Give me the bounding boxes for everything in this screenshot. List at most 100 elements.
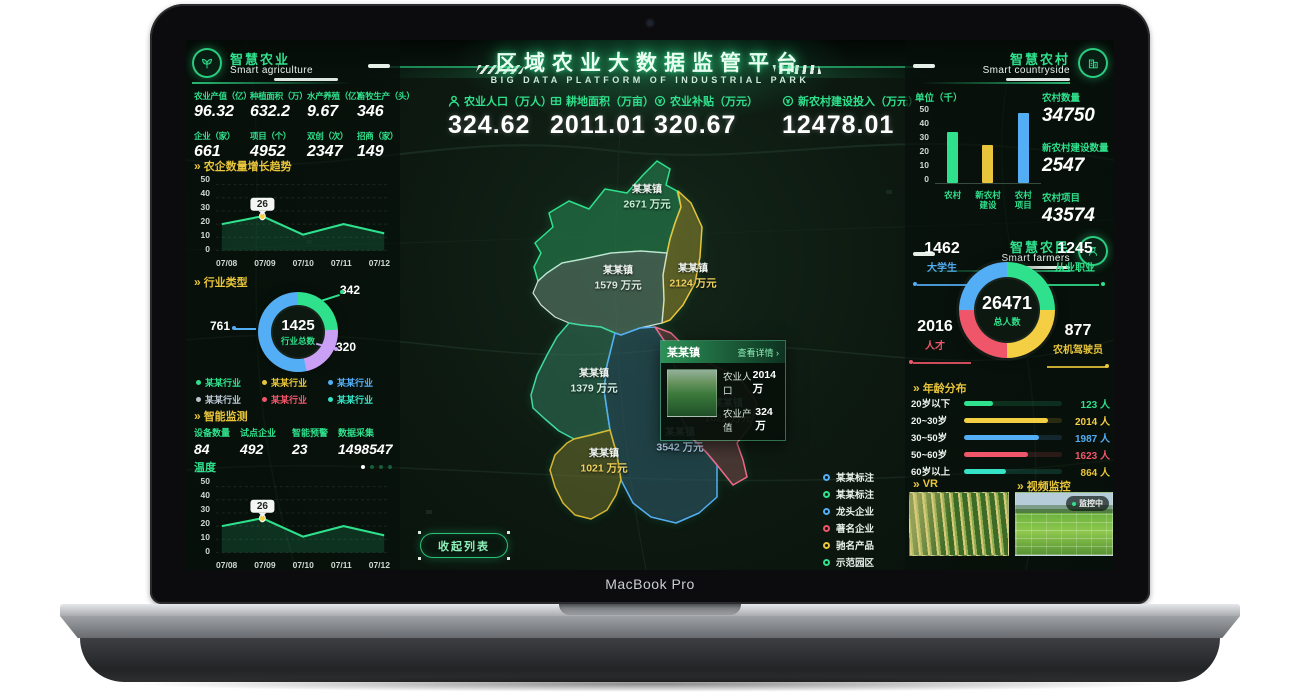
farmers-donut-chart[interactable]: 26471 总人数 <box>959 262 1055 358</box>
section-chevron-icon: » <box>194 410 199 422</box>
y-axis: 50403020100 <box>911 104 929 184</box>
legend-dot-icon <box>262 397 267 402</box>
plot-area <box>935 104 1041 184</box>
stat: 水产养殖（亿）9.67 <box>307 90 357 121</box>
growth-line-chart[interactable]: 50403020100 26 07/0807/0907/1007/1107/12 <box>192 172 394 270</box>
stat-line <box>913 362 971 364</box>
bar-chart-unit: 单位（千） <box>915 90 963 104</box>
map-legend-item[interactable]: 驰名产品 <box>823 538 874 552</box>
header-dash <box>913 64 935 68</box>
view-details-link[interactable]: 查看详情 <box>737 346 779 359</box>
legend-ring-icon <box>823 559 830 566</box>
temperature-line-chart[interactable]: 50403020100 26 07/0807/0907/1007/1107/12 <box>192 474 394 570</box>
stat-line <box>917 284 983 286</box>
callout-dot <box>334 347 338 351</box>
legend-dot-icon <box>328 397 333 402</box>
legend-ring-icon <box>823 508 830 515</box>
agriculture-stats: 农业产值（亿）96.32 种植面积（万）632.2 水产养殖（亿）9.67 畜牧… <box>194 90 396 161</box>
callout-line <box>320 294 339 302</box>
right-panel: 智慧农村 Smart countryside 单位（千） 50403020100… <box>905 40 1114 570</box>
monitor-stats: 设备数量84 试点企业492 智能预警23 数据采集1498547 <box>194 426 396 457</box>
pager-dot-active[interactable] <box>361 465 365 469</box>
kpi-agri-population: 农业人口（万人） 324.62 <box>448 93 552 140</box>
bar <box>1018 113 1029 183</box>
temperature-header: 温度 <box>194 459 392 475</box>
stat: 农业产值（亿）96.32 <box>194 90 250 121</box>
stat: 试点企业492 <box>240 426 292 457</box>
section-chevron-icon: » <box>194 276 199 288</box>
map-tooltip: 某某镇 查看详情 农业人口2014万 农业产值324万 <box>660 340 786 441</box>
pager-dot[interactable] <box>379 465 383 469</box>
left-panel-header: 智慧农业 Smart agriculture <box>186 48 400 86</box>
region-label: 某某镇1579 万元 <box>594 264 641 295</box>
vr-title: » VR <box>913 478 938 490</box>
pager-dots[interactable] <box>361 465 392 469</box>
region-label: 某某镇1379 万元 <box>570 367 617 398</box>
countryside-header: 智慧农村 Smart countryside <box>905 48 1114 86</box>
legend-dot-icon <box>196 380 201 385</box>
kpi-farmland-area: 耕地面积（万亩） 2011.01 <box>550 93 654 140</box>
age-bar <box>964 401 993 406</box>
kpi-new-village-investment: 新农村建设投入（万元） 12478.01 <box>782 93 919 140</box>
map-legend-item[interactable]: 示范园区 <box>823 555 874 569</box>
pager-dot[interactable] <box>370 465 374 469</box>
bar <box>947 132 958 183</box>
legend-ring-icon <box>823 542 830 549</box>
map-legend-item[interactable]: 龙头企业 <box>823 504 874 518</box>
legend-item[interactable]: 某某行业 <box>262 393 328 406</box>
map-legend-item[interactable]: 著名企业 <box>823 521 874 535</box>
section-chevron-icon: » <box>913 478 918 490</box>
age-row: 60岁以上864 人 <box>911 465 1110 477</box>
stat: 数据采集1498547 <box>338 426 396 457</box>
investment-coin-icon <box>782 95 794 107</box>
industry-legend: 某某行业 某某行业 某某行业 某某行业 某某行业 某某行业 <box>196 376 390 406</box>
left-panel-subtitle: Smart agriculture <box>230 65 313 76</box>
legend-item[interactable]: 某某行业 <box>196 376 262 389</box>
legend-ring-icon <box>823 474 830 481</box>
donut-center: 1425 行业总数 <box>271 305 325 359</box>
left-panel: 智慧农业 Smart agriculture 农业产值（亿）96.32 种植面积… <box>186 40 400 570</box>
plot-area: 26 <box>216 476 390 556</box>
region-label: 某某镇1021 万元 <box>580 447 627 478</box>
age-bar-track <box>964 469 1062 474</box>
x-axis: 07/0807/0907/1007/1107/12 <box>216 258 390 270</box>
age-bar-track <box>964 435 1062 440</box>
age-bar-track <box>964 418 1062 423</box>
laptop-base-top <box>60 604 1240 616</box>
collapse-list-button[interactable]: 收起列表 <box>420 533 508 558</box>
donut-callout-320: 320 <box>336 340 356 354</box>
stat: 项目（个）4952 <box>250 130 307 161</box>
stat: 农村数量34750 <box>1042 90 1112 127</box>
legend-item[interactable]: 某某行业 <box>196 393 262 406</box>
legend-item[interactable]: 某某行业 <box>262 376 328 389</box>
header-line <box>920 82 1070 84</box>
device-label: MacBook Pro <box>150 576 1150 592</box>
farmers-stat-students: 1462 大学生 <box>911 240 973 274</box>
farmers-stat-talents: 2016 人才 <box>907 318 963 352</box>
callout-line <box>234 328 256 330</box>
laptop-base-body <box>60 616 1240 638</box>
legend-item[interactable]: 某某行业 <box>328 393 390 406</box>
map-legend-item[interactable]: 某某标注 <box>823 470 874 484</box>
age-bar <box>964 469 1006 474</box>
donut-callout-761: 761 <box>210 319 230 333</box>
farmers-stat-machine-drivers: 877 农机驾驶员 <box>1043 322 1113 356</box>
industry-donut-chart[interactable]: 1425 行业总数 <box>258 292 338 372</box>
monitor-title: » 智能监测 <box>194 408 248 424</box>
farmers-stat-practitioners: 1245 从业职业 <box>1040 240 1110 274</box>
legend-item[interactable]: 某某行业 <box>328 376 390 389</box>
tooltip-row: 农业产值324万 <box>723 406 779 434</box>
laptop-bezel: 区域农业大数据监管平台 BIG DATA PLATFORM OF INDUSTR… <box>150 4 1150 604</box>
countryside-bar-chart[interactable]: 50403020100 农村新农村 建设农村 项目 <box>911 104 1041 210</box>
stat: 种植面积（万）632.2 <box>250 90 307 121</box>
stat: 设备数量84 <box>194 426 240 457</box>
pager-dot[interactable] <box>388 465 392 469</box>
map-tooltip-body: 农业人口2014万 农业产值324万 <box>661 363 785 440</box>
donut-center: 26471 总人数 <box>974 277 1040 343</box>
video-monitor-image[interactable]: 监控中 <box>1015 492 1113 556</box>
header-underline <box>274 78 338 81</box>
collapse-list-wrap: 收起列表 <box>418 531 510 560</box>
map-legend-item[interactable]: 某某标注 <box>823 487 874 501</box>
age-row: 50~60岁1623 人 <box>911 448 1110 460</box>
vr-image[interactable] <box>909 492 1009 556</box>
